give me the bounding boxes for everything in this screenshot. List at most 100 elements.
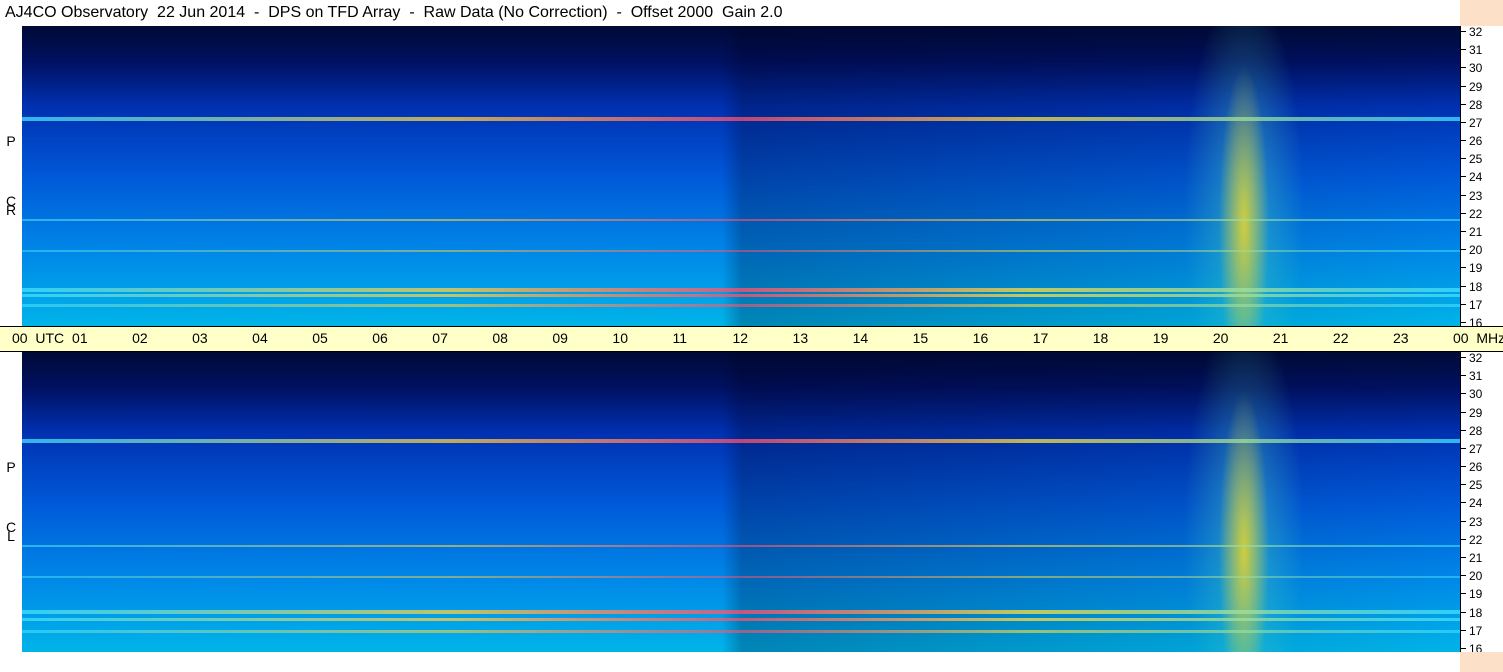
tick-mark — [1461, 67, 1466, 69]
tick-mark — [1461, 520, 1466, 522]
frequency-tick-label: 21 — [1469, 551, 1483, 565]
time-tick-label: 06 — [372, 330, 388, 346]
frequency-tick-label: 32 — [1469, 25, 1483, 39]
frequency-tick: 29 — [1461, 81, 1503, 93]
spectral-band — [22, 610, 1460, 614]
frequency-tick-label: 31 — [1469, 369, 1483, 384]
time-tick-label: 10 — [612, 330, 628, 346]
time-tick-label: 03 — [192, 330, 208, 346]
spectral-band — [22, 219, 1460, 221]
time-tick-label: 14 — [852, 330, 869, 346]
frequency-tick: 28 — [1461, 99, 1503, 111]
time-tick-label: 02 — [132, 330, 148, 346]
tick-mark — [1461, 629, 1466, 631]
tick-mark — [1461, 484, 1466, 486]
spectral-band — [22, 294, 1460, 297]
frequency-tick-label: 25 — [1469, 478, 1483, 493]
time-tick-label: 16 — [972, 330, 989, 346]
tick-mark — [1461, 85, 1466, 87]
time-tick-label: 09 — [552, 330, 568, 346]
tick-mark — [1461, 393, 1466, 395]
spectrogram-rcp[interactable] — [22, 26, 1460, 326]
frequency-tick: 31 — [1461, 44, 1503, 56]
tick-mark — [1461, 212, 1466, 214]
frequency-tick: 32 — [1461, 26, 1503, 38]
frequency-tick: 27 — [1461, 443, 1503, 455]
tick-mark — [1461, 611, 1466, 613]
tick-mark — [1461, 321, 1466, 323]
frequency-tick-label: 28 — [1469, 423, 1483, 438]
frequency-tick-label: 22 — [1469, 206, 1483, 221]
spectral-band — [22, 439, 1460, 443]
frequency-tick: 29 — [1461, 407, 1503, 419]
frequency-tick-label: 19 — [1469, 261, 1483, 276]
tick-mark — [1461, 140, 1466, 142]
polarization-label-column-top: P C R — [0, 26, 22, 326]
tick-mark — [1461, 575, 1466, 577]
tick-mark — [1461, 411, 1466, 413]
frequency-tick-label: 30 — [1469, 61, 1483, 76]
frequency-tick-label: 18 — [1469, 279, 1483, 294]
time-tick-label: 13 — [792, 330, 809, 346]
time-tick-label: 21 — [1272, 330, 1289, 346]
frequency-tick-label: 27 — [1469, 115, 1483, 130]
polarization-letter: P — [6, 459, 16, 475]
tick-mark — [1461, 429, 1466, 431]
frequency-tick-label: 26 — [1469, 460, 1483, 475]
polarization-label-column-bottom: P C L — [0, 352, 22, 652]
time-tick-label: 12 — [732, 330, 749, 346]
spectral-band — [22, 630, 1460, 633]
frequency-axis-top: 32 31 30 29 28 27 26 25 24 23 22 21 20 19 18 17 16 — [1460, 26, 1503, 329]
tick-mark — [1461, 647, 1466, 649]
spectral-band — [22, 618, 1460, 621]
frequency-tick: 23 — [1461, 516, 1503, 528]
frequency-tick-label: 17 — [1469, 297, 1483, 312]
frequency-tick: 24 — [1461, 497, 1503, 509]
tick-mark — [1461, 375, 1466, 377]
frequency-tick: 30 — [1461, 62, 1503, 74]
frequency-tick: 30 — [1461, 388, 1503, 400]
frequency-tick-label: 23 — [1469, 188, 1483, 203]
frequency-tick-label: 18 — [1469, 605, 1483, 620]
spectrogram-lcp[interactable] — [22, 352, 1460, 652]
spectral-band — [22, 288, 1460, 292]
time-tick-label: 22 — [1332, 330, 1349, 346]
frequency-tick: 25 — [1461, 153, 1503, 165]
frequency-tick-label: 28 — [1469, 97, 1483, 112]
frequency-tick: 31 — [1461, 370, 1503, 382]
frequency-tick: 25 — [1461, 479, 1503, 491]
time-tick-label: 08 — [492, 330, 508, 346]
time-tick-label: 18 — [1092, 330, 1109, 346]
frequency-tick-label: 24 — [1469, 170, 1483, 185]
frequency-tick: 17 — [1461, 299, 1503, 311]
frequency-tick-label: 23 — [1469, 514, 1483, 529]
polarization-letter: R — [5, 202, 17, 218]
frequency-axis-bottom: 32 31 30 29 28 27 26 25 24 23 22 21 20 19 18 17 16 — [1460, 352, 1503, 655]
frequency-tick: 26 — [1461, 461, 1503, 473]
spectral-band — [22, 576, 1460, 578]
tick-mark — [1461, 538, 1466, 540]
frequency-tick: 26 — [1461, 135, 1503, 147]
frequency-tick: 19 — [1461, 588, 1503, 600]
time-tick-label: 17 — [1032, 330, 1049, 346]
time-tick-label: 01 — [72, 330, 88, 346]
frequency-tick-label: 27 — [1469, 441, 1483, 456]
time-tick-label: 19 — [1152, 330, 1169, 346]
tick-mark — [1461, 249, 1466, 251]
tick-mark — [1461, 357, 1466, 358]
frequency-tick: 21 — [1461, 552, 1503, 564]
time-tick-label: 23 — [1392, 330, 1409, 346]
spectral-band — [22, 117, 1460, 121]
frequency-tick: 19 — [1461, 262, 1503, 274]
corner-strip-top — [1460, 0, 1503, 26]
tick-mark — [1461, 176, 1466, 178]
frequency-tick: 18 — [1461, 281, 1503, 293]
frequency-tick: 20 — [1461, 570, 1503, 582]
frequency-tick: 27 — [1461, 117, 1503, 129]
frequency-tick-label: 24 — [1469, 496, 1483, 511]
tick-mark — [1461, 231, 1466, 232]
window-title: AJ4CO Observatory 22 Jun 2014 - DPS on T… — [0, 0, 1460, 26]
frequency-tick-label: 20 — [1469, 243, 1483, 258]
frequency-tick: 21 — [1461, 226, 1503, 238]
frequency-tick: 22 — [1461, 208, 1503, 220]
